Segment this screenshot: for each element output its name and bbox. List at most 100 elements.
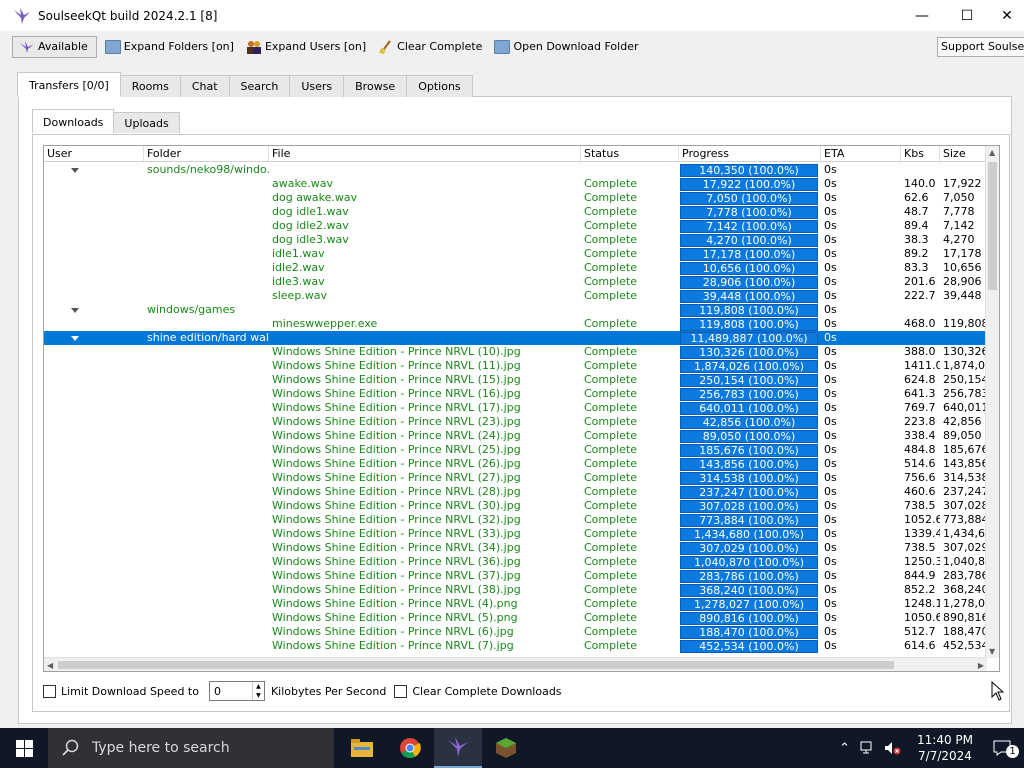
column-header-size[interactable]: Size: [940, 146, 987, 161]
scroll-up-icon[interactable]: ▲: [989, 148, 995, 157]
table-row[interactable]: Windows Shine Edition - Prince NRVL (16)…: [44, 387, 987, 401]
table-row[interactable]: Windows Shine Edition - Prince NRVL (25)…: [44, 443, 987, 457]
table-row[interactable]: dog idle2.wav Complete 7,142 (100.0%) 0s 89.…: [44, 219, 987, 233]
expand-users-button[interactable]: Expand Users [on]: [242, 36, 370, 58]
tab-options[interactable]: Options: [406, 75, 473, 97]
scroll-left-icon[interactable]: ◀: [47, 661, 53, 670]
cell-file: idle2.wav: [272, 261, 325, 274]
table-row[interactable]: Windows Shine Edition - Prince NRVL (34)…: [44, 541, 987, 555]
table-row[interactable]: idle2.wav Complete 10,656 (100.0%) 0s 83.3 10…: [44, 261, 987, 275]
speed-limit-spinbox[interactable]: 0 ▲ ▼: [208, 681, 265, 701]
table-row[interactable]: Windows Shine Edition - Prince NRVL (37)…: [44, 569, 987, 583]
table-row[interactable]: Windows Shine Edition - Prince NRVL (5).…: [44, 611, 987, 625]
close-button[interactable]: ✕: [990, 0, 1024, 31]
table-row[interactable]: Windows Shine Edition - Prince NRVL (10)…: [44, 345, 987, 359]
vertical-scrollbar[interactable]: ▲ ▼: [985, 146, 999, 658]
taskbar-search-box[interactable]: Type here to search: [48, 728, 334, 768]
table-row[interactable]: Windows Shine Edition - Prince NRVL (7).…: [44, 639, 987, 653]
table-row[interactable]: idle1.wav Complete 17,178 (100.0%) 0s 89.2 17…: [44, 247, 987, 261]
cell-status: Complete: [584, 429, 638, 442]
table-row[interactable]: Windows Shine Edition - Prince NRVL (27)…: [44, 471, 987, 485]
column-header-user[interactable]: User: [44, 146, 144, 161]
table-row[interactable]: Windows Shine Edition - Prince NRVL (28)…: [44, 485, 987, 499]
table-row[interactable]: dog idle3.wav Complete 4,270 (100.0%) 0s 38.…: [44, 233, 987, 247]
network-icon[interactable]: [860, 741, 876, 755]
column-header-progress[interactable]: Progress: [679, 146, 821, 161]
table-row[interactable]: Windows Shine Edition - Prince NRVL (4).…: [44, 597, 987, 611]
chevron-up-icon[interactable]: ⌃: [839, 741, 850, 756]
spin-arrows-icon[interactable]: ▲ ▼: [251, 682, 264, 700]
column-header-kbs[interactable]: Kbs: [901, 146, 940, 161]
table-row[interactable]: Windows Shine Edition - Prince NRVL (17)…: [44, 401, 987, 415]
tab-browse[interactable]: Browse: [343, 75, 408, 97]
expand-arrow-icon[interactable]: [71, 336, 79, 341]
minimize-button[interactable]: —: [899, 0, 945, 31]
taskbar-soulseek[interactable]: [434, 728, 482, 768]
cell-kbs: 223.8: [904, 415, 936, 428]
table-row[interactable]: Windows Shine Edition - Prince NRVL (24)…: [44, 429, 987, 443]
vertical-scroll-thumb[interactable]: [988, 162, 997, 290]
taskbar-chrome[interactable]: [386, 728, 434, 768]
progress-bar: 130,326 (100.0%): [680, 346, 818, 359]
table-row[interactable]: Windows Shine Edition - Prince NRVL (32)…: [44, 513, 987, 527]
expand-folders-button[interactable]: Expand Folders [on]: [101, 36, 238, 58]
clear-complete-checkbox[interactable]: [394, 684, 408, 698]
table-row[interactable]: Windows Shine Edition - Prince NRVL (15)…: [44, 373, 987, 387]
tab-search[interactable]: Search: [228, 75, 291, 97]
table-row[interactable]: sleep.wav Complete 39,448 (100.0%) 0s 222.7 3…: [44, 289, 987, 303]
table-row[interactable]: Windows Shine Edition - Prince NRVL (30)…: [44, 499, 987, 513]
folder-row[interactable]: sounds/neko98/windo... 140,350 (100.0%) 0s: [44, 163, 987, 177]
table-row[interactable]: Windows Shine Edition - Prince NRVL (26)…: [44, 457, 987, 471]
column-header-folder[interactable]: Folder: [144, 146, 269, 161]
column-header-eta[interactable]: ETA: [821, 146, 901, 161]
tab-uploads[interactable]: Uploads: [113, 112, 180, 133]
start-button[interactable]: [0, 728, 48, 768]
support-soulseek-button[interactable]: Support Soulseek: [937, 37, 1024, 57]
table-row[interactable]: mineswwepper.exe Complete 119,808 (100.0%)…: [44, 317, 987, 331]
cell-user: [44, 177, 144, 191]
window-title: SoulseekQt build 2024.2.1 [8]: [38, 8, 218, 23]
volume-muted-icon[interactable]: [884, 741, 902, 755]
downloads-table[interactable]: User Folder File Status Progress ETA Kbs Size s…: [43, 145, 1000, 672]
horizontal-scrollbar[interactable]: ◀ ▶: [44, 657, 987, 671]
table-row[interactable]: awake.wav Complete 17,922 (100.0%) 0s 140.0 1…: [44, 177, 987, 191]
maximize-button[interactable]: ☐: [944, 0, 990, 31]
folder-row[interactable]: shine edition/hard wall... 11,489,887 (10…: [44, 331, 987, 345]
progress-bar: 39,448 (100.0%): [680, 290, 818, 303]
table-row[interactable]: Windows Shine Edition - Prince NRVL (36)…: [44, 555, 987, 569]
folder-row[interactable]: windows/games 119,808 (100.0%) 0s: [44, 303, 987, 317]
speed-unit-label: Kilobytes Per Second: [270, 684, 387, 698]
clear-complete-button[interactable]: Clear Complete: [374, 36, 486, 58]
taskbar-minecraft[interactable]: [482, 728, 530, 768]
available-button[interactable]: Available: [12, 35, 97, 58]
table-row[interactable]: Windows Shine Edition - Prince NRVL (23)…: [44, 415, 987, 429]
cell-size: [940, 163, 987, 177]
cell-progress: 11,489,887 (100.0%): [679, 331, 821, 345]
tab-users[interactable]: Users: [289, 75, 345, 97]
tab-transfers[interactable]: Transfers [0/0]: [17, 72, 121, 97]
column-header-file[interactable]: File: [269, 146, 581, 161]
scroll-right-icon[interactable]: ▶: [978, 661, 984, 670]
table-row[interactable]: idle3.wav Complete 28,906 (100.0%) 0s 201.6 2…: [44, 275, 987, 289]
tab-chat[interactable]: Chat: [179, 75, 230, 97]
open-download-folder-button[interactable]: Open Download Folder: [490, 36, 642, 58]
table-row[interactable]: Windows Shine Edition - Prince NRVL (38)…: [44, 583, 987, 597]
table-row[interactable]: dog idle1.wav Complete 7,778 (100.0%) 0s 48.…: [44, 205, 987, 219]
cell-user: [44, 387, 144, 401]
limit-speed-checkbox[interactable]: [43, 684, 56, 698]
table-row[interactable]: Windows Shine Edition - Prince NRVL (11)…: [44, 359, 987, 373]
table-row[interactable]: Windows Shine Edition - Prince NRVL (33)…: [44, 527, 987, 541]
table-row[interactable]: dog awake.wav Complete 7,050 (100.0%) 0s 62.…: [44, 191, 987, 205]
tab-rooms[interactable]: Rooms: [119, 75, 181, 97]
taskbar-clock[interactable]: 11:40 PM 7/7/2024: [910, 732, 980, 764]
column-header-status[interactable]: Status: [581, 146, 679, 161]
taskbar-file-explorer[interactable]: [338, 728, 386, 768]
table-row[interactable]: Windows Shine Edition - Prince NRVL (6).…: [44, 625, 987, 639]
expand-arrow-icon[interactable]: [71, 308, 79, 313]
horizontal-scroll-thumb[interactable]: [58, 661, 894, 669]
scroll-down-icon[interactable]: ▼: [989, 647, 995, 656]
expand-arrow-icon[interactable]: [71, 168, 79, 173]
notification-center-button[interactable]: 1: [980, 728, 1024, 768]
tab-downloads[interactable]: Downloads: [32, 109, 115, 133]
clear-complete-downloads-label: Clear Complete Downloads: [412, 684, 562, 698]
